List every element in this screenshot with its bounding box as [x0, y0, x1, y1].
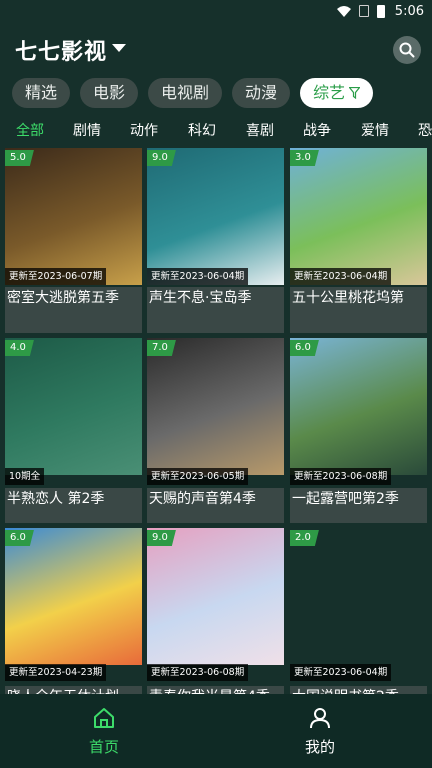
nav-home[interactable]: 首页 [54, 706, 154, 757]
category-tabs: 精选 电影 电视剧 动漫 综艺 [12, 78, 374, 108]
poster-image [147, 338, 284, 475]
filter-icon [349, 87, 361, 99]
card-title: 密室大逃脱第五季 [5, 287, 142, 333]
video-card[interactable]: 9.0 更新至2023-06-04期 声生不息·宝岛季 [147, 148, 284, 333]
genre-drama[interactable]: 剧情 [73, 120, 101, 140]
score-badge: 2.0 [290, 530, 319, 546]
bottom-nav: 首页 我的 [0, 694, 432, 768]
update-label: 更新至2023-04-23期 [5, 664, 107, 681]
score-badge: 9.0 [147, 530, 176, 546]
update-label: 10期全 [5, 468, 45, 485]
card-title: 五十公里桃花坞第 [290, 287, 427, 333]
genre-war[interactable]: 战争 [303, 120, 331, 140]
score-badge: 5.0 [5, 150, 34, 166]
tab-anime[interactable]: 动漫 [232, 78, 291, 108]
update-label: 更新至2023-06-05期 [147, 468, 249, 485]
card-title: 青春你我当星第4季 [147, 686, 284, 694]
card-title: 声生不息·宝岛季 [147, 287, 284, 333]
card-title: 晓人全年无休计划 [5, 686, 142, 694]
dropdown-caret-icon[interactable] [112, 44, 126, 52]
genre-filter-row: 全部 剧情 动作 科幻 喜剧 战争 爱情 恐 [0, 114, 432, 144]
nav-me-label: 我的 [304, 738, 335, 756]
card-title: 半熟恋人 第2季 [5, 488, 142, 523]
poster-image [147, 528, 284, 665]
tab-variety[interactable]: 综艺 [300, 78, 374, 108]
poster-image [290, 148, 427, 285]
genre-horror[interactable]: 恐 [418, 120, 432, 140]
poster-image [5, 338, 142, 475]
user-icon [310, 708, 330, 729]
genre-romance[interactable]: 爱情 [361, 120, 389, 140]
video-card[interactable]: 4.0 10期全 半熟恋人 第2季 [5, 338, 142, 523]
poster-image [290, 528, 427, 665]
status-time: 5:06 [394, 3, 424, 19]
score-badge: 9.0 [147, 150, 176, 166]
update-label: 更新至2023-06-08期 [290, 468, 392, 485]
video-card[interactable]: 6.0 更新至2023-04-23期 晓人全年无休计划 [5, 528, 142, 694]
update-label: 更新至2023-06-04期 [290, 664, 392, 681]
tab-movies[interactable]: 电影 [80, 78, 139, 108]
app-title[interactable]: 七七影视 [15, 34, 107, 66]
poster-image [147, 148, 284, 285]
tab-variety-label: 综艺 [313, 83, 346, 102]
score-badge: 3.0 [290, 150, 319, 166]
search-icon [399, 42, 415, 58]
video-card[interactable]: 7.0 更新至2023-06-05期 天赐的声音第4季 [147, 338, 284, 523]
update-label: 更新至2023-06-07期 [5, 268, 107, 285]
battery-icon [376, 4, 385, 18]
card-title: 一起露营吧第2季 [290, 488, 427, 523]
video-card[interactable]: 9.0 更新至2023-06-08期 青春你我当星第4季 [147, 528, 284, 694]
video-card[interactable]: 2.0 更新至2023-06-04期 大国说明书第2季 [290, 528, 427, 694]
poster-image [5, 148, 142, 285]
video-card[interactable]: 6.0 更新至2023-06-08期 一起露营吧第2季 [290, 338, 427, 523]
video-card[interactable]: 5.0 更新至2023-06-07期 密室大逃脱第五季 [5, 148, 142, 333]
sim-icon [358, 5, 369, 17]
genre-action[interactable]: 动作 [130, 120, 158, 140]
home-icon [94, 708, 114, 728]
score-badge: 4.0 [5, 340, 34, 356]
wifi-icon [336, 5, 351, 17]
update-label: 更新至2023-06-04期 [147, 268, 249, 285]
app-header: 七七影视 [0, 30, 432, 70]
content-grid: 5.0 更新至2023-06-07期 密室大逃脱第五季 9.0 更新至2023-… [0, 146, 432, 694]
tab-featured[interactable]: 精选 [12, 78, 71, 108]
nav-home-label: 首页 [88, 738, 119, 756]
poster-image [290, 338, 427, 475]
status-bar: 5:06 [0, 0, 432, 22]
poster-image [5, 528, 142, 665]
tab-tv-series[interactable]: 电视剧 [148, 78, 223, 108]
update-label: 更新至2023-06-08期 [147, 664, 249, 681]
score-badge: 7.0 [147, 340, 176, 356]
search-button[interactable] [393, 36, 421, 64]
score-badge: 6.0 [5, 530, 34, 546]
video-card[interactable]: 3.0 更新至2023-06-04期 五十公里桃花坞第 [290, 148, 427, 333]
genre-all[interactable]: 全部 [16, 120, 44, 140]
score-badge: 6.0 [290, 340, 319, 356]
nav-me[interactable]: 我的 [270, 706, 370, 757]
genre-scifi[interactable]: 科幻 [188, 120, 216, 140]
genre-comedy[interactable]: 喜剧 [246, 120, 274, 140]
card-title: 天赐的声音第4季 [147, 488, 284, 523]
card-title: 大国说明书第2季 [290, 686, 427, 694]
update-label: 更新至2023-06-04期 [290, 268, 392, 285]
